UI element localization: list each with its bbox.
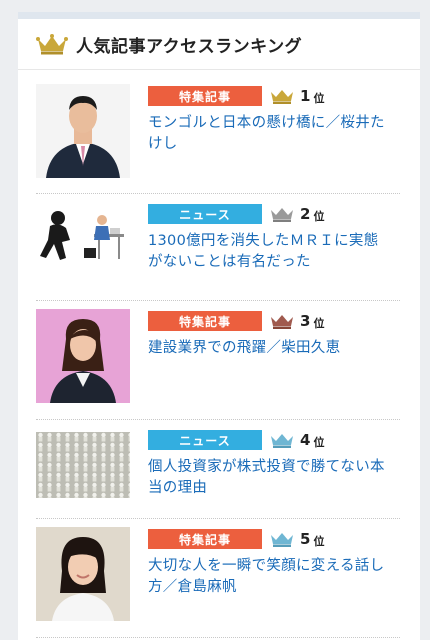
rank-number: 4 [300,431,311,449]
item-meta: 特集記事 1 位 [148,85,324,107]
ranking-item-1[interactable]: 特集記事 1 位 モンゴルと日本の懸け橋に／桜井たけし [18,76,420,194]
blue-crown-icon [271,434,293,448]
news-tag: ニュース [148,204,262,224]
ranking-item-4[interactable]: ニュース 4 位 個人投資家が株式投資で勝てない本当の理由 [18,420,420,518]
item-meta: ニュース 4 位 [148,429,324,451]
divider [36,637,400,638]
feature-tag: 特集記事 [148,529,262,549]
gold-crown-icon [271,90,293,104]
item-meta: 特集記事 3 位 [148,310,324,332]
thumbnail-thief-illustration [36,206,130,266]
rank-number: 1 [300,87,311,105]
article-title-link[interactable]: 建設業界での飛躍／柴田久恵 [148,338,388,359]
thumbnail-woman-portrait [36,309,130,403]
rank-number: 5 [300,530,311,548]
rank-suffix: 位 [313,91,325,105]
article-title-link[interactable]: 大切な人を一瞬で笑顔に変える話し方／倉島麻帆 [148,556,388,598]
ranking-panel: 人気記事アクセスランキング 特集記事 1 位 モンゴルと日本の懸け橋に／桜井たけ… [18,12,420,640]
silver-crown-icon [271,208,293,222]
feature-tag: 特集記事 [148,311,262,331]
rank-suffix: 位 [313,534,325,548]
rank-suffix: 位 [313,435,325,449]
article-title-link[interactable]: モンゴルと日本の懸け橋に／桜井たけし [148,113,388,155]
rank-number: 2 [300,205,311,223]
thumbnail-woman-smiling [36,527,130,621]
blue-crown-icon [271,533,293,547]
ranking-header: 人気記事アクセスランキング [18,19,420,70]
rank-suffix: 位 [313,209,325,223]
ranking-item-3[interactable]: 特集記事 3 位 建設業界での飛躍／柴田久恵 [18,301,420,419]
item-meta: 特集記事 5 位 [148,528,324,550]
item-meta: ニュース 2 位 [148,203,324,225]
gold-crown-icon [36,34,68,55]
article-title-link[interactable]: 個人投資家が株式投資で勝てない本当の理由 [148,457,388,499]
ranking-item-5[interactable]: 特集記事 5 位 大切な人を一瞬で笑顔に変える話し方／倉島麻帆 [18,519,420,637]
news-tag: ニュース [148,430,262,450]
feature-tag: 特集記事 [148,86,262,106]
rank-suffix: 位 [313,316,325,330]
article-title-link[interactable]: 1300億円を消失したＭＲＩに実態がないことは有名だった [148,231,388,273]
ranking-title: 人気記事アクセスランキング [76,36,303,57]
bronze-crown-icon [271,315,293,329]
thumbnail-man-suit [36,84,130,178]
rank-number: 3 [300,312,311,330]
ranking-item-2[interactable]: ニュース 2 位 1300億円を消失したＭＲＩに実態がないことは有名だった [18,194,420,300]
thumbnail-crowd-figures [36,432,130,498]
